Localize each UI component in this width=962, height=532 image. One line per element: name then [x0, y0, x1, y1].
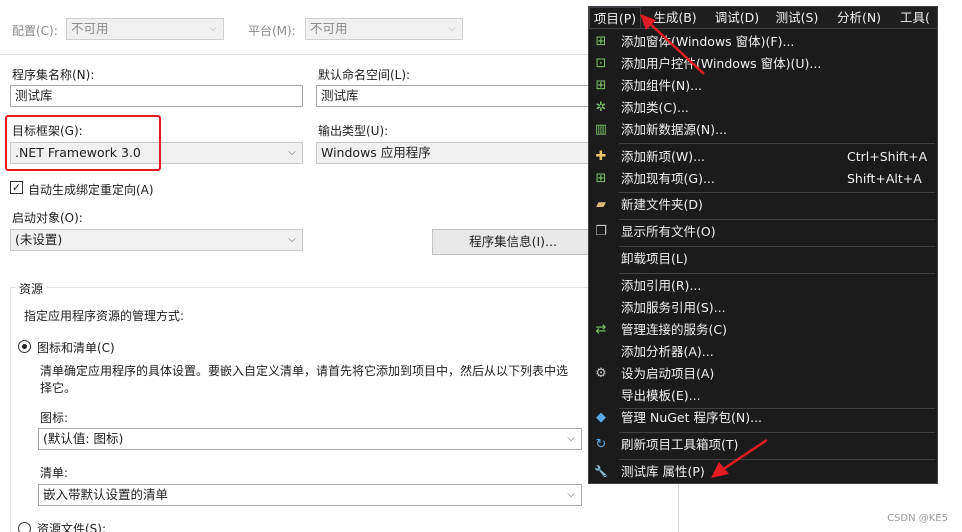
auto-binding-checkbox[interactable]: ✓ [10, 181, 23, 194]
menu-analyze[interactable]: 分析(N) [829, 7, 889, 29]
class-add-icon: ✲ [595, 100, 607, 115]
startup-object-combo[interactable]: (未设置) ⌵ [10, 229, 303, 251]
menu-item-manage-nuget[interactable]: ◆ 管理 NuGet 程序包(N)... [589, 407, 937, 429]
icon-manifest-help-line2: 择它。 [40, 381, 77, 395]
output-type-value: Windows 应用程序 [321, 145, 431, 160]
chevron-down-icon: ⌵ [288, 147, 296, 158]
show-all-files-icon: ❐ [595, 224, 607, 239]
chevron-down-icon: ⌵ [288, 234, 296, 245]
icon-manifest-option-label: 图标和清单(C) [37, 341, 115, 355]
output-type-combo[interactable]: Windows 应用程序 [316, 142, 590, 164]
icon-manifest-radio[interactable] [18, 340, 31, 353]
assembly-name-label: 程序集名称(N): [12, 68, 95, 82]
menu-item-export-template[interactable]: 导出模板(E)... [589, 385, 937, 407]
shortcut-text: Shift+Alt+A [847, 171, 922, 186]
platform-value: 不可用 [310, 21, 348, 36]
menu-item-new-folder[interactable]: ▰ 新建文件夹(D) [589, 194, 937, 216]
menu-item-connected-services[interactable]: ⇄ 管理连接的服务(C) [589, 319, 937, 341]
resources-group-border [10, 287, 590, 288]
icon-label: 图标: [40, 411, 69, 425]
resource-file-option-label: 资源文件(S): [37, 522, 107, 532]
chevron-down-icon: ⌵ [209, 23, 217, 34]
assembly-info-button[interactable]: 程序集信息(I)... [432, 229, 594, 255]
datasource-add-icon: ▥ [594, 122, 608, 137]
menu-debug[interactable]: 调试(D) [709, 7, 765, 29]
menu-item-add-datasource[interactable]: ▥ 添加新数据源(N)... [589, 119, 937, 141]
icon-combo[interactable]: (默认值: 图标) ⌵ [38, 428, 582, 450]
annotation-arrow-bottom [711, 438, 768, 478]
menu-separator [619, 459, 935, 460]
shortcut-text: Ctrl+Shift+A [847, 149, 928, 164]
project-menu-dropdown: ⊞ 添加窗体(Windows 窗体)(F)... ⊡ 添加用户控件(Window… [588, 28, 938, 484]
default-namespace-input[interactable]: 测试库 [316, 85, 590, 107]
config-combo[interactable]: 不可用 ⌵ [66, 18, 224, 40]
startup-object-value: (未设置) [15, 232, 63, 247]
menu-separator [619, 432, 935, 433]
user-control-add-icon: ⊡ [595, 56, 607, 71]
gear-icon: ⚙ [595, 366, 607, 381]
menu-item-add-analyzer[interactable]: 添加分析器(A)... [589, 341, 937, 363]
existing-item-icon: ⊞ [595, 171, 607, 186]
resources-group-title: 资源 [16, 280, 47, 297]
menu-separator [619, 192, 935, 193]
highlight-box [5, 115, 161, 171]
nuget-icon: ◆ [596, 410, 606, 425]
icon-value: (默认值: 图标) [43, 431, 124, 446]
resource-file-radio[interactable] [18, 522, 31, 532]
menu-separator [619, 273, 935, 274]
watermark: CSDN @KE5 [887, 513, 948, 524]
manifest-label: 清单: [40, 466, 69, 480]
wrench-icon: 🔧 [594, 465, 608, 478]
assembly-name-input[interactable]: 测试库 [10, 85, 303, 107]
refresh-icon: ↻ [595, 437, 607, 452]
component-add-icon: ⊞ [595, 78, 607, 93]
manifest-value: 嵌入带默认设置的清单 [43, 487, 169, 502]
resources-description: 指定应用程序资源的管理方式: [24, 309, 185, 323]
menu-item-unload-project[interactable]: 卸载项目(L) [589, 248, 937, 270]
new-folder-icon: ▰ [596, 197, 606, 212]
manifest-combo[interactable]: 嵌入带默认设置的清单 ⌵ [38, 484, 582, 506]
platform-label: 平台(M): [248, 24, 296, 38]
output-type-label: 输出类型(U): [318, 124, 389, 138]
menu-item-show-all-files[interactable]: ❐ 显示所有文件(O) [589, 221, 937, 243]
panel-divider [678, 480, 679, 532]
menu-tools[interactable]: 工具( [893, 7, 937, 29]
chevron-down-icon: ⌵ [448, 23, 456, 34]
menu-item-set-startup[interactable]: ⚙ 设为启动项目(A) [589, 363, 937, 385]
menu-item-add-reference[interactable]: 添加引用(R)... [589, 275, 937, 297]
menu-item-add-class[interactable]: ✲ 添加类(C)... [589, 97, 937, 119]
platform-combo[interactable]: 不可用 ⌵ [305, 18, 463, 40]
menu-separator [619, 219, 935, 220]
menu-separator [619, 246, 935, 247]
startup-object-label: 启动对象(O): [12, 211, 83, 225]
form-add-icon: ⊞ [595, 34, 607, 49]
menu-test[interactable]: 测试(S) [769, 7, 825, 29]
connected-services-icon: ⇄ [595, 322, 607, 337]
default-namespace-label: 默认命名空间(L): [318, 68, 411, 82]
new-item-icon: ✚ [595, 149, 607, 164]
menu-item-add-service-reference[interactable]: 添加服务引用(S)... [589, 297, 937, 319]
toolbar-divider [0, 54, 590, 55]
auto-binding-label: 自动生成绑定重定向(A) [28, 183, 154, 197]
config-value: 不可用 [71, 21, 109, 36]
annotation-arrow-top [640, 14, 705, 75]
config-label: 配置(C): [12, 24, 58, 38]
chevron-down-icon: ⌵ [567, 489, 575, 500]
icon-manifest-help-line1: 清单确定应用程序的具体设置。要嵌入自定义清单，请首先将它添加到项目中，然后从以下… [40, 364, 569, 378]
chevron-down-icon: ⌵ [567, 433, 575, 444]
menu-item-add-new-item[interactable]: ✚ 添加新项(W)... Ctrl+Shift+A [589, 146, 937, 168]
resources-group-border-left [10, 287, 11, 532]
menu-separator [619, 143, 935, 144]
menu-item-add-existing-item[interactable]: ⊞ 添加现有项(G)... Shift+Alt+A [589, 168, 937, 190]
